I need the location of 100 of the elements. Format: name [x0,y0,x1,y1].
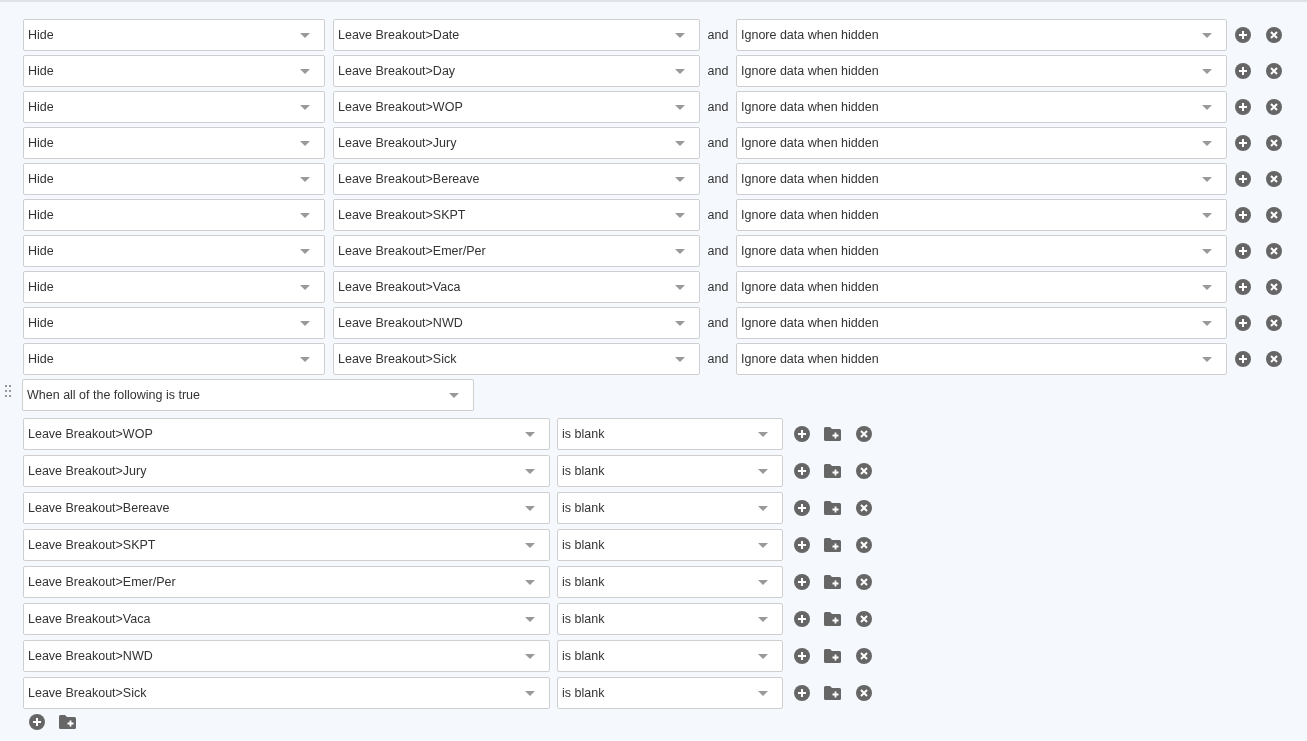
add-icon[interactable] [793,574,810,590]
caret-icon [675,356,685,362]
option-dropdown[interactable]: Ignore data when hidden [736,19,1227,51]
folder-add-icon[interactable] [824,612,841,626]
option-dropdown[interactable]: Ignore data when hidden [736,55,1227,87]
close-icon[interactable] [1265,315,1282,331]
field-dropdown[interactable]: Leave Breakout>SKPT [333,199,700,231]
field-dropdown[interactable]: Leave Breakout>Day [333,55,700,87]
add-icon[interactable] [793,537,810,553]
folder-add-icon[interactable] [824,427,841,441]
joiner-label: and [706,244,730,258]
add-icon[interactable] [793,463,810,479]
close-icon[interactable] [855,463,872,479]
match-dropdown[interactable]: When all of the following is true [22,379,474,411]
action-dropdown[interactable]: Hide [23,343,325,375]
add-icon[interactable] [1234,207,1251,223]
close-icon[interactable] [855,611,872,627]
close-icon[interactable] [1265,135,1282,151]
action-dropdown[interactable]: Hide [23,55,325,87]
action-dropdown[interactable]: Hide [23,307,325,339]
add-icon[interactable] [793,611,810,627]
field-dropdown[interactable]: Leave Breakout>Jury [333,127,700,159]
field-dropdown[interactable]: Leave Breakout>Bereave [23,492,550,524]
close-icon[interactable] [855,500,872,516]
operator-dropdown[interactable]: is blank [557,455,783,487]
operator-dropdown[interactable]: is blank [557,492,783,524]
close-icon[interactable] [1265,99,1282,115]
field-dropdown[interactable]: Leave Breakout>Bereave [333,163,700,195]
option-dropdown[interactable]: Ignore data when hidden [736,307,1227,339]
option-dropdown[interactable]: Ignore data when hidden [736,235,1227,267]
field-dropdown[interactable]: Leave Breakout>Jury [23,455,550,487]
add-icon[interactable] [1234,99,1251,115]
folder-add-icon[interactable] [824,501,841,515]
close-icon[interactable] [855,574,872,590]
operator-dropdown[interactable]: is blank [557,418,783,450]
close-icon[interactable] [1265,279,1282,295]
operator-dropdown[interactable]: is blank [557,529,783,561]
field-dropdown[interactable]: Leave Breakout>WOP [333,91,700,123]
folder-add-icon[interactable] [824,538,841,552]
option-dropdown[interactable]: Ignore data when hidden [736,199,1227,231]
field-dropdown[interactable]: Leave Breakout>Date [333,19,700,51]
add-icon[interactable] [1234,243,1251,259]
action-dropdown[interactable]: Hide [23,127,325,159]
action-dropdown[interactable]: Hide [23,163,325,195]
close-icon[interactable] [1265,63,1282,79]
action-dropdown[interactable]: Hide [23,91,325,123]
folder-add-icon[interactable] [824,686,841,700]
close-icon[interactable] [855,685,872,701]
close-icon[interactable] [855,648,872,664]
option-dropdown[interactable]: Ignore data when hidden [736,271,1227,303]
option-dropdown[interactable]: Ignore data when hidden [736,127,1227,159]
caret-icon [1202,284,1212,290]
add-icon[interactable] [1234,27,1251,43]
action-dropdown[interactable]: Hide [23,235,325,267]
field-dropdown[interactable]: Leave Breakout>NWD [333,307,700,339]
drag-handle-icon[interactable] [5,385,11,397]
action-dropdown[interactable]: Hide [23,199,325,231]
add-icon[interactable] [1234,171,1251,187]
close-icon[interactable] [1265,171,1282,187]
operator-dropdown[interactable]: is blank [557,640,783,672]
field-dropdown[interactable]: Leave Breakout>Emer/Per [23,566,550,598]
add-icon[interactable] [28,714,45,730]
add-icon[interactable] [1234,279,1251,295]
option-dropdown[interactable]: Ignore data when hidden [736,343,1227,375]
field-dropdown[interactable]: Leave Breakout>Vaca [333,271,700,303]
add-icon[interactable] [793,426,810,442]
field-dropdown[interactable]: Leave Breakout>Vaca [23,603,550,635]
add-icon[interactable] [1234,315,1251,331]
add-icon[interactable] [1234,135,1251,151]
folder-add-icon[interactable] [824,575,841,589]
field-dropdown[interactable]: Leave Breakout>Emer/Per [333,235,700,267]
add-icon[interactable] [1234,63,1251,79]
joiner-label: and [706,208,730,222]
action-dropdown[interactable]: Hide [23,19,325,51]
add-icon[interactable] [793,500,810,516]
field-dropdown[interactable]: Leave Breakout>Sick [23,677,550,709]
close-icon[interactable] [1265,27,1282,43]
close-icon[interactable] [1265,351,1282,367]
caret-icon [525,431,535,437]
field-dropdown[interactable]: Leave Breakout>NWD [23,640,550,672]
folder-add-icon[interactable] [59,715,76,729]
add-icon[interactable] [793,685,810,701]
add-icon[interactable] [793,648,810,664]
action-dropdown[interactable]: Hide [23,271,325,303]
close-icon[interactable] [855,537,872,553]
add-icon[interactable] [1234,351,1251,367]
folder-add-icon[interactable] [824,649,841,663]
option-dropdown[interactable]: Ignore data when hidden [736,163,1227,195]
option-dropdown[interactable]: Ignore data when hidden [736,91,1227,123]
close-icon[interactable] [1265,243,1282,259]
field-dropdown[interactable]: Leave Breakout>Sick [333,343,700,375]
caret-icon [675,284,685,290]
field-dropdown[interactable]: Leave Breakout>SKPT [23,529,550,561]
close-icon[interactable] [1265,207,1282,223]
field-dropdown[interactable]: Leave Breakout>WOP [23,418,550,450]
operator-dropdown[interactable]: is blank [557,566,783,598]
operator-dropdown[interactable]: is blank [557,603,783,635]
operator-dropdown[interactable]: is blank [557,677,783,709]
close-icon[interactable] [855,426,872,442]
folder-add-icon[interactable] [824,464,841,478]
